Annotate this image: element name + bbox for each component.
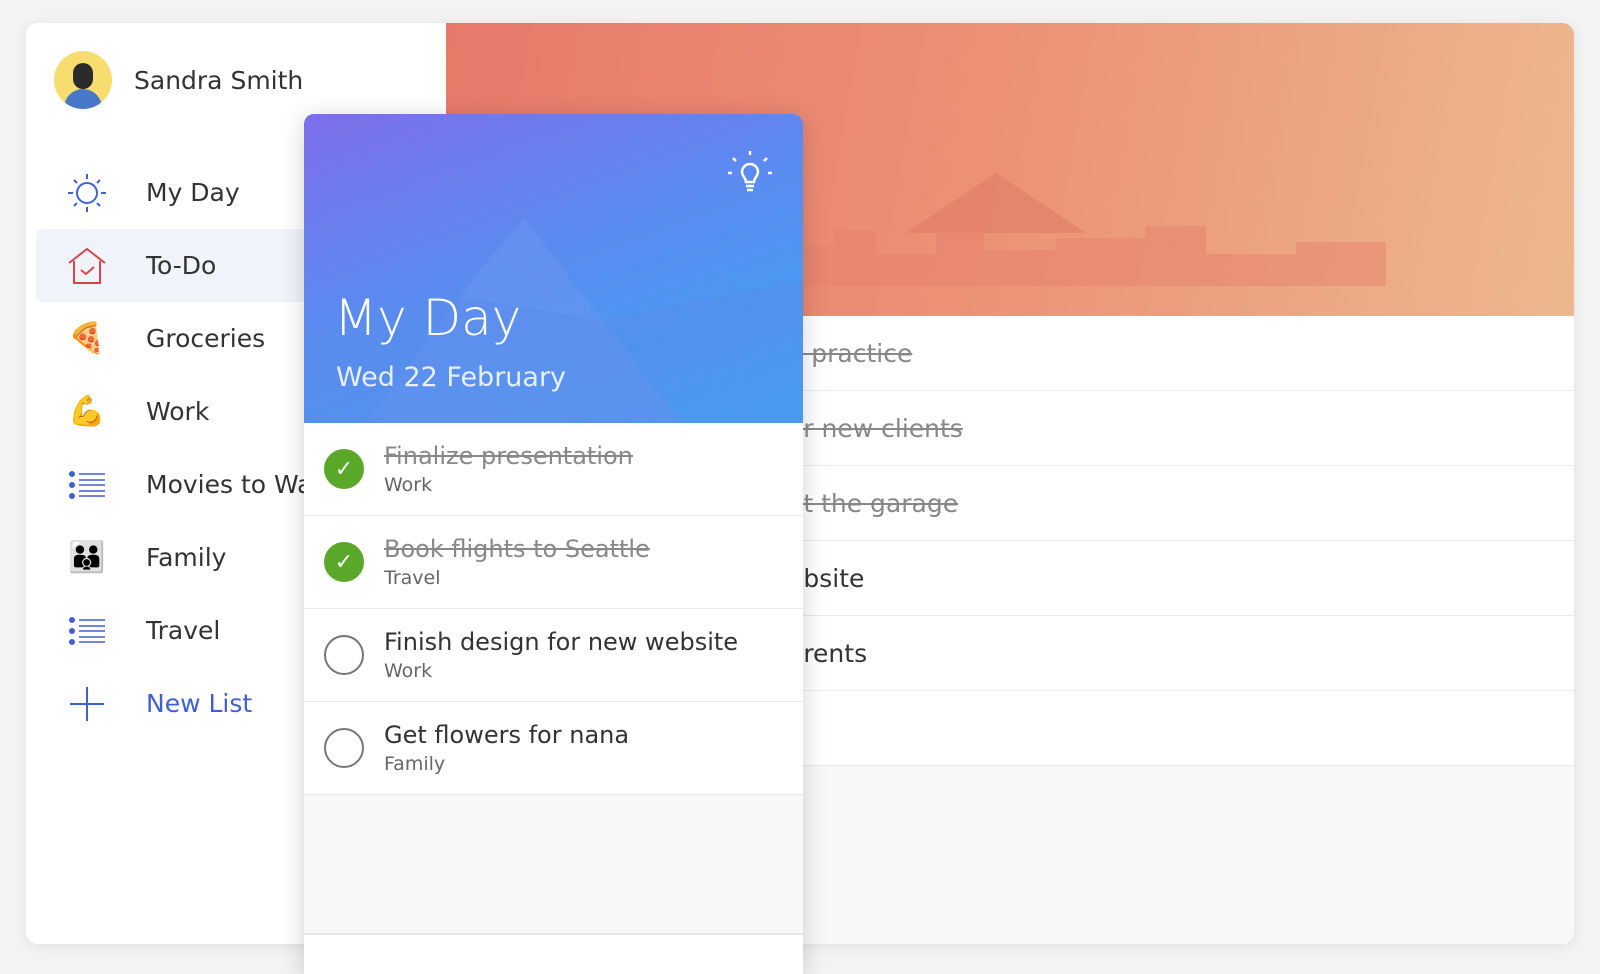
task-title: Finish design for new website (384, 628, 739, 656)
sidebar-item-label: Travel (146, 616, 221, 645)
lightbulb-icon[interactable] (725, 148, 775, 198)
task-title: Book flights to Seattle (384, 535, 650, 563)
checkmark-icon[interactable]: ✓ (324, 449, 364, 489)
task-list-name: Travel (384, 567, 441, 589)
task-title: Get flowers for nana (384, 721, 630, 749)
user-name: Sandra Smith (134, 65, 304, 95)
sidebar-item-label: My Day (146, 178, 240, 207)
task-row[interactable]: Get flowers for nana Family (304, 702, 803, 795)
task-row[interactable]: ✓ Finalize presentation Work (304, 423, 803, 516)
circle-checkbox-icon[interactable] (324, 635, 364, 675)
list-icon (64, 608, 110, 654)
empty-area (304, 795, 803, 935)
sidebar-item-label: Family (146, 543, 227, 572)
sidebar-item-label: Work (146, 397, 210, 426)
task-list-name: Work (384, 660, 433, 682)
task-row[interactable]: Finish design for new website Work (304, 609, 803, 702)
page-date: Wed 22 February (336, 362, 567, 393)
task-list-name: Family (384, 753, 446, 775)
flexed-biceps-icon: 💪 (68, 394, 106, 429)
task-list-name: Work (384, 474, 433, 496)
plus-icon (64, 681, 110, 727)
user-profile[interactable]: Sandra Smith (54, 51, 303, 109)
new-list-label: New List (146, 689, 253, 718)
circle-checkbox-icon[interactable] (324, 728, 364, 768)
sidebar-item-label: To-Do (146, 251, 217, 280)
page-title: My Day (334, 289, 522, 347)
sun-icon (64, 170, 110, 216)
sidebar-item-label: Groceries (146, 324, 266, 353)
house-check-icon (64, 243, 110, 289)
family-icon: 👪 (68, 540, 106, 575)
avatar (54, 51, 112, 109)
my-day-header: My Day Wed 22 February (304, 114, 803, 423)
checkmark-icon[interactable]: ✓ (324, 542, 364, 582)
task-title: Finalize presentation (384, 442, 633, 470)
pizza-icon: 🍕 (68, 321, 106, 356)
my-day-card: My Day Wed 22 February ✓ Finalize presen… (304, 114, 803, 974)
task-row[interactable]: ✓ Book flights to Seattle Travel (304, 516, 803, 609)
list-icon (64, 462, 110, 508)
sidebar-item-label: Movies to Wat (146, 470, 323, 499)
